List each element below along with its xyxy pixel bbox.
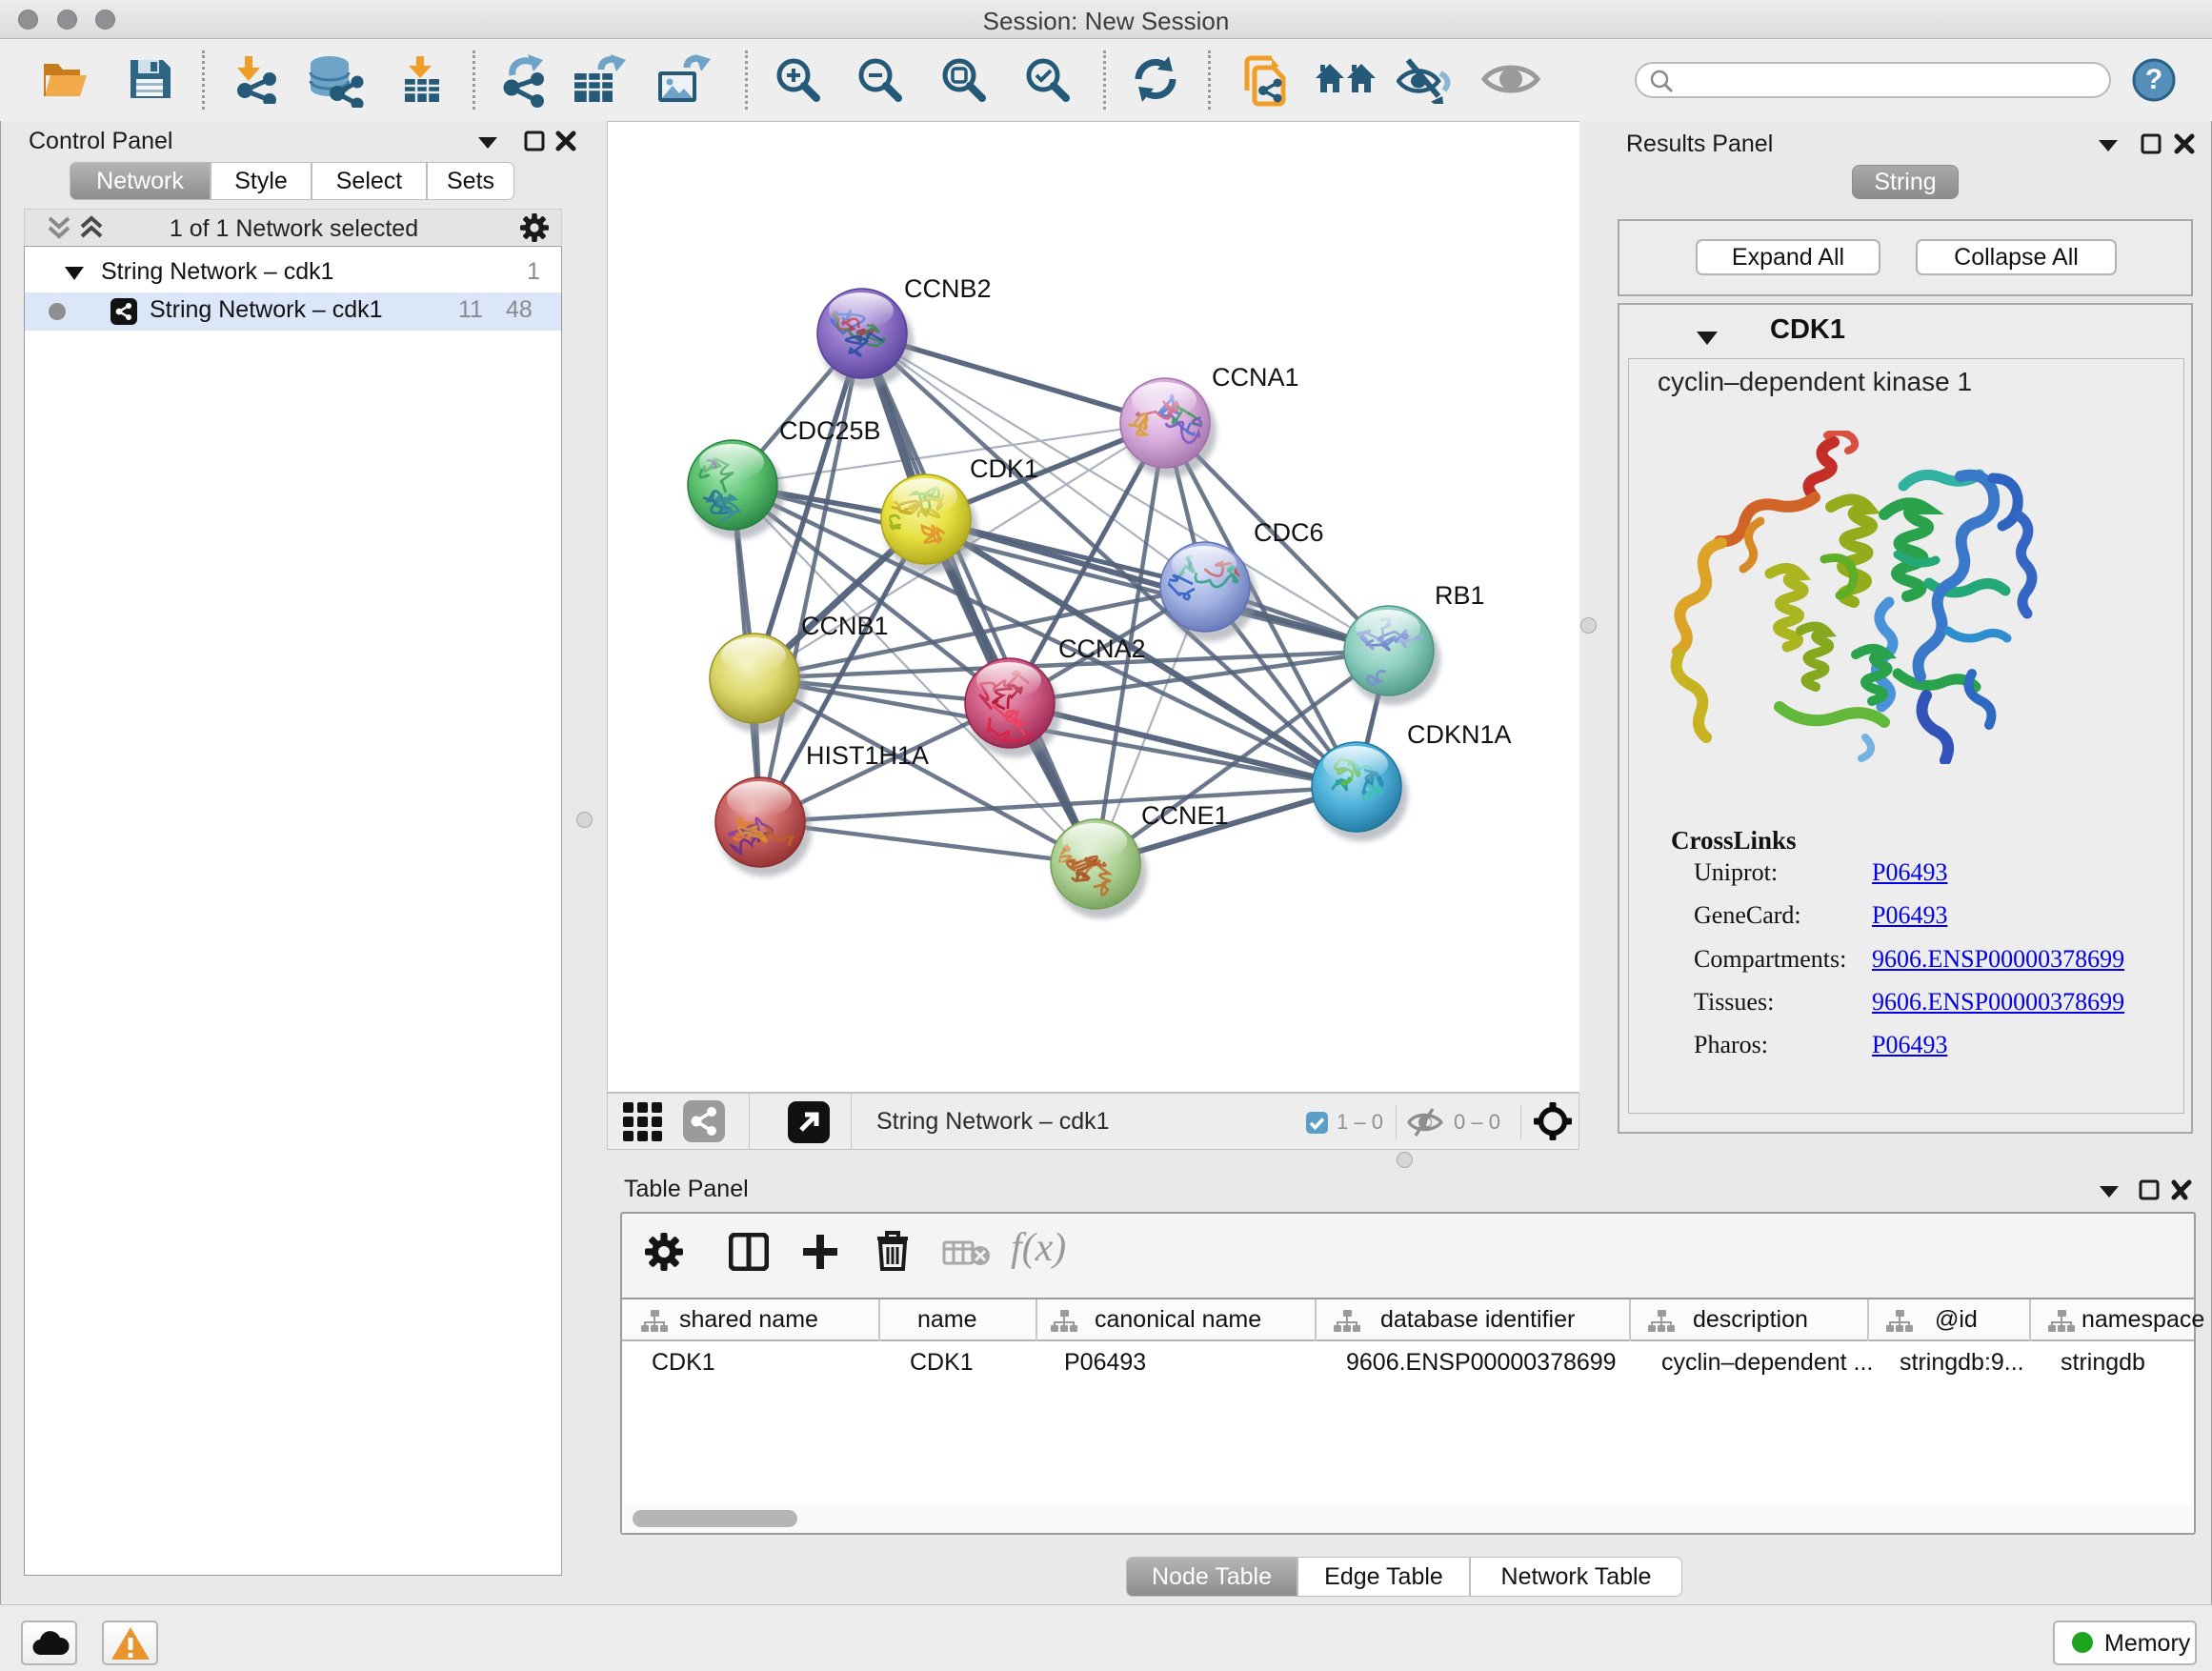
- svg-text:CCNA2: CCNA2: [1058, 634, 1146, 663]
- svg-text:CCNB2: CCNB2: [904, 274, 992, 303]
- svg-text:?: ?: [2145, 64, 2162, 95]
- svg-text:CCNE1: CCNE1: [1141, 801, 1229, 830]
- svg-text:CDK1: CDK1: [970, 454, 1038, 483]
- svg-text:HIST1H1A: HIST1H1A: [806, 741, 929, 770]
- svg-text:CDC25B: CDC25B: [779, 416, 881, 445]
- svg-text:CDKN1A: CDKN1A: [1407, 720, 1512, 749]
- svg-text:RB1: RB1: [1435, 581, 1485, 610]
- svg-text:CCNB1: CCNB1: [801, 612, 889, 640]
- svg-text:CDC6: CDC6: [1254, 518, 1324, 547]
- svg-text:CCNA1: CCNA1: [1212, 363, 1299, 392]
